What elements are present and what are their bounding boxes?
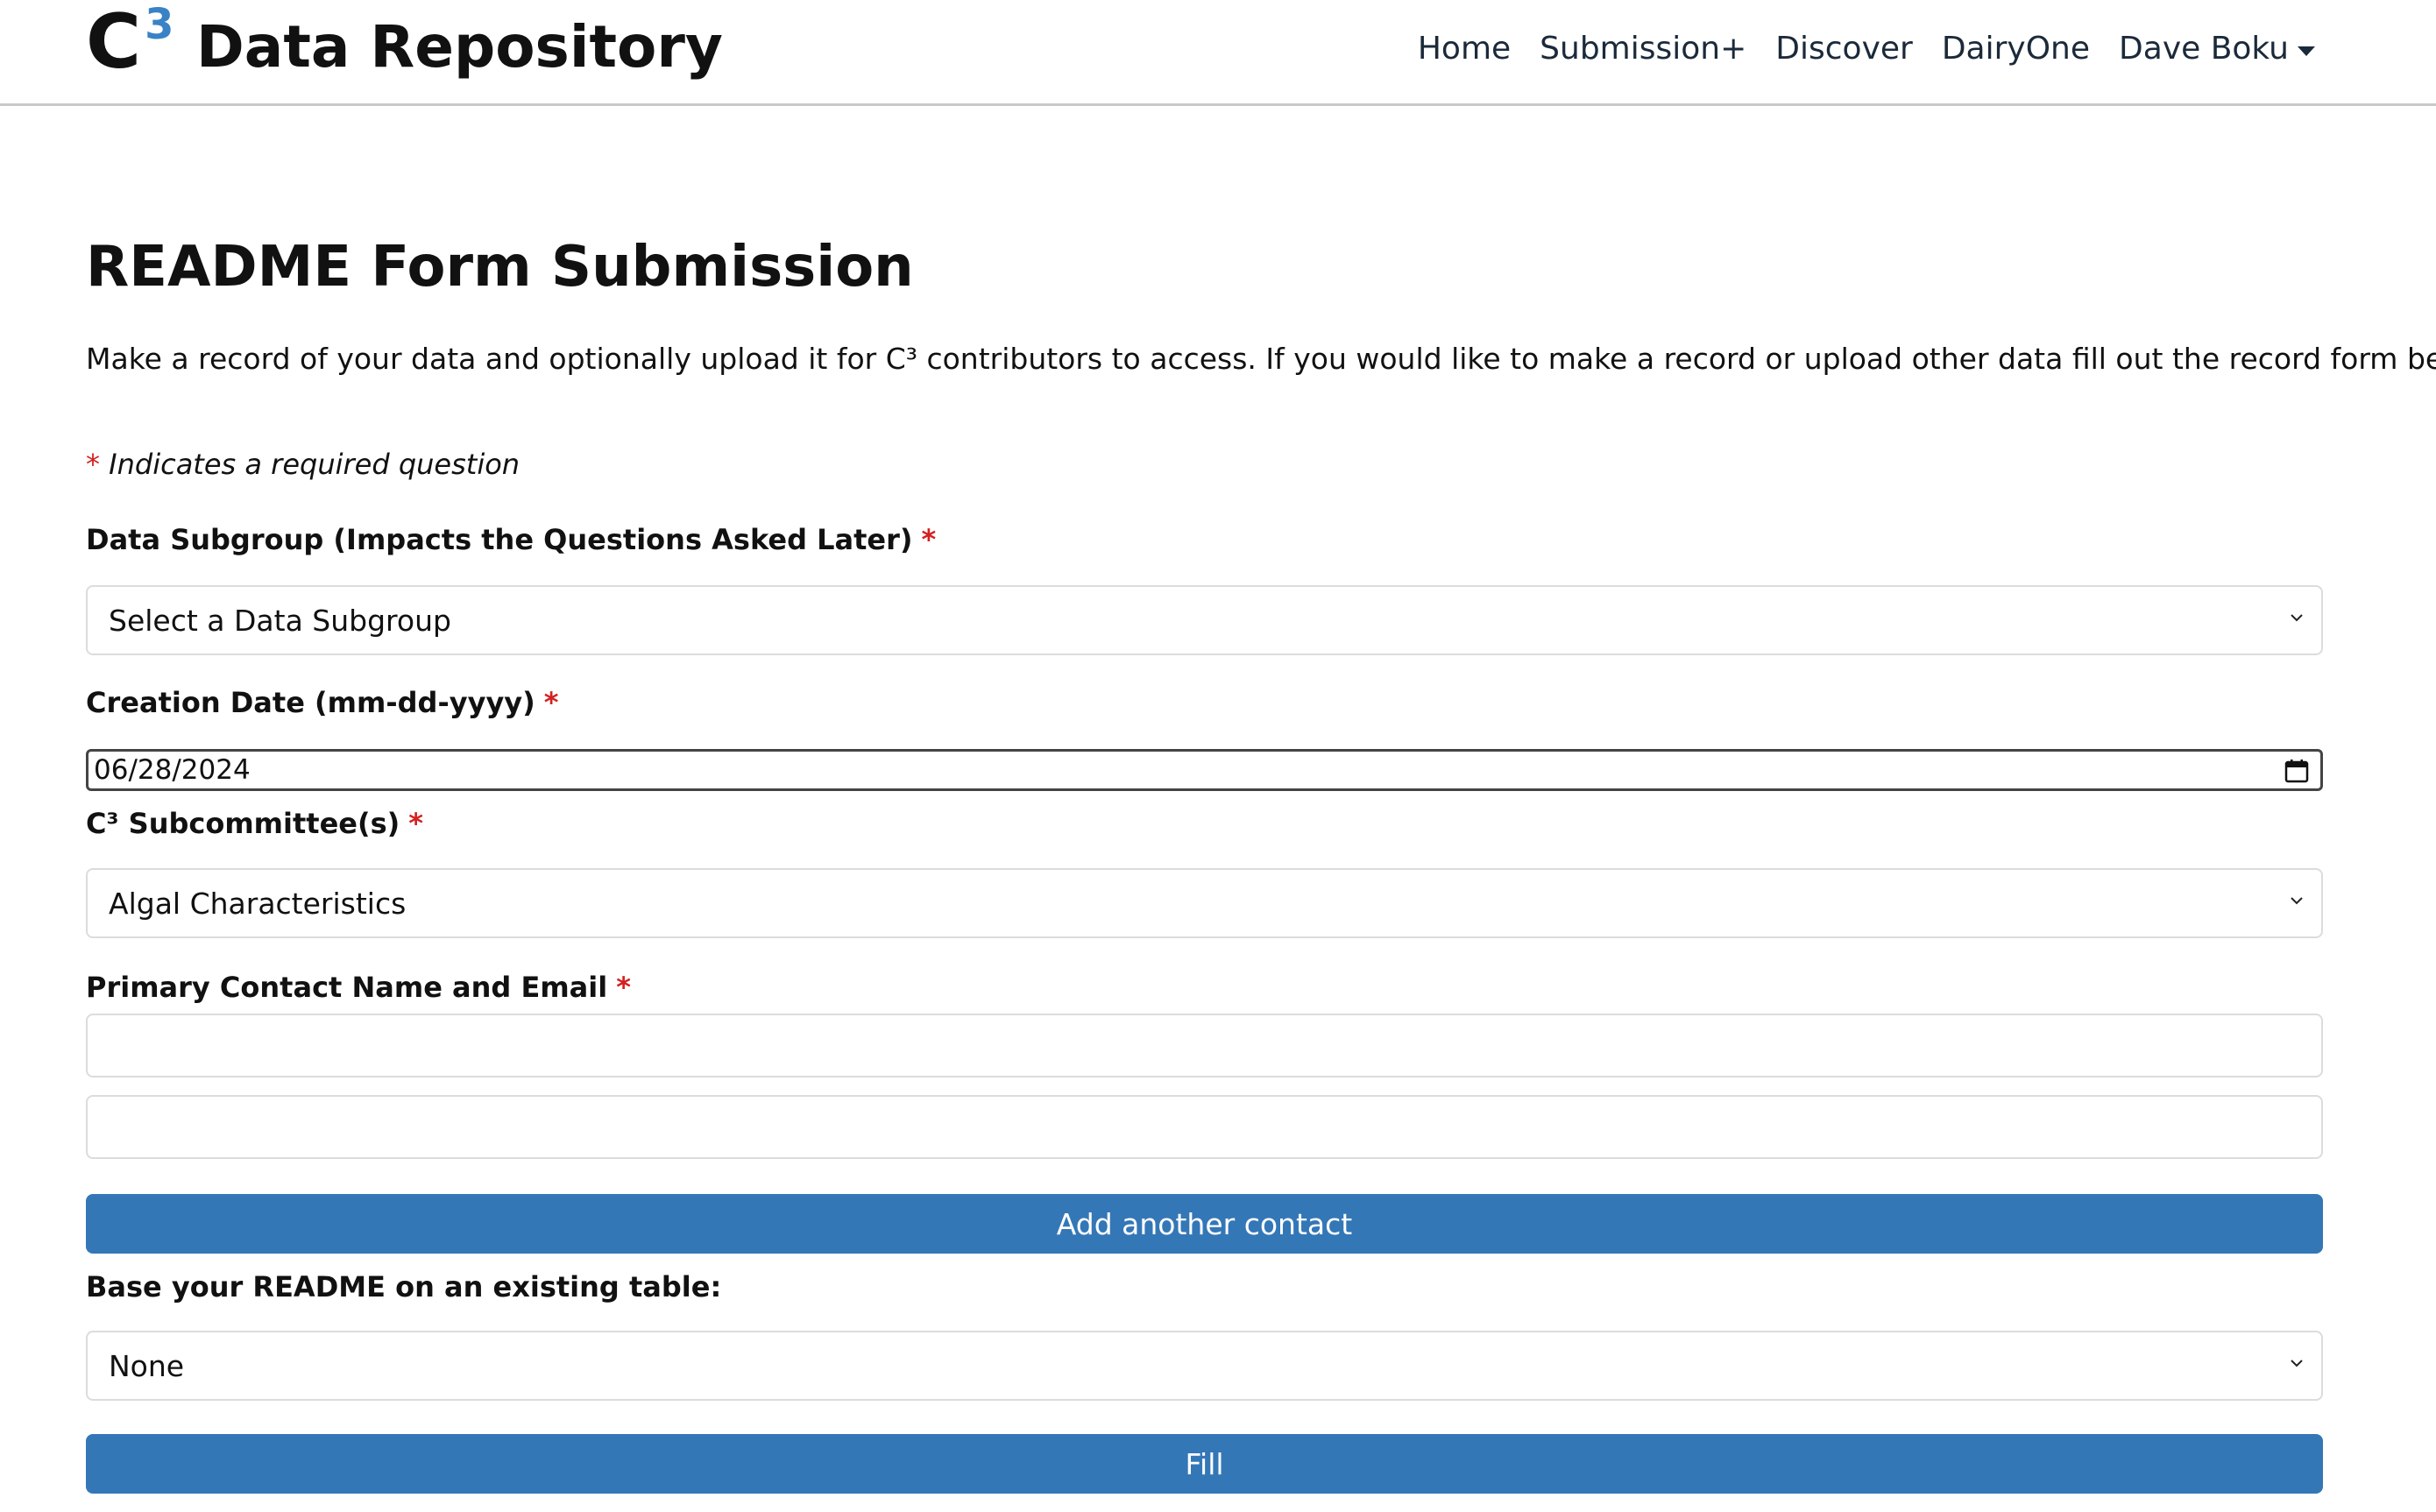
required-note: * Indicates a required question [86,442,520,487]
logo-letter: C [86,0,142,86]
contact-name-input[interactable] [86,1014,2323,1077]
intro-text: Make a record of your data and optionall… [86,342,2436,376]
site-header: C 3 Data Repository Home Submission+ Dis… [0,0,2436,106]
caret-down-icon [2298,46,2315,56]
base-table-selected-value: None [109,1348,185,1383]
user-menu[interactable]: Dave Boku [2119,25,2315,74]
user-name: Dave Boku [2119,31,2289,67]
site-title[interactable]: Data Repository [196,12,723,82]
required-star: * [921,523,937,556]
nav-submission[interactable]: Submission+ [1540,25,1746,74]
required-star: * [616,971,631,1004]
subcommittee-label-text: C³ Subcommittee(s) [86,807,400,840]
required-star: * [408,807,424,840]
calendar-icon[interactable] [2284,759,2310,783]
logo-superscript: 3 [145,0,174,49]
required-star: * [543,686,559,719]
subcommittee-selected-value: Algal Characteristics [109,886,407,921]
subcommittee-label: C³ Subcommittee(s) * [86,801,423,846]
nav-discover[interactable]: Discover [1775,25,1913,74]
base-table-select[interactable]: None [86,1331,2323,1401]
fill-button[interactable]: Fill [86,1434,2323,1494]
primary-contact-label-text: Primary Contact Name and Email [86,971,608,1004]
page-title: README Form Submission [86,235,914,300]
creation-date-label: Creation Date (mm-dd-yyyy) * [86,680,559,725]
creation-date-value: 06/28/2024 [94,754,251,786]
chevron-down-icon [2291,897,2303,905]
required-star: * [86,448,100,481]
nav-home[interactable]: Home [1418,25,1511,74]
add-contact-button[interactable]: Add another contact [86,1194,2323,1254]
subgroup-label-text: Data Subgroup (Impacts the Questions Ask… [86,523,913,556]
nav-dairyone[interactable]: DairyOne [1942,25,2090,74]
primary-contact-label: Primary Contact Name and Email * [86,964,631,1010]
creation-date-input[interactable]: 06/28/2024 [86,749,2323,791]
main-nav: Home Submission+ Discover DairyOne Dave … [1418,25,2315,74]
subcommittee-select[interactable]: Algal Characteristics [86,868,2323,938]
subgroup-selected-value: Select a Data Subgroup [109,603,451,638]
chevron-down-icon [2291,614,2303,622]
required-note-text: Indicates a required question [109,448,520,481]
chevron-down-icon [2291,1360,2303,1367]
subgroup-select[interactable]: Select a Data Subgroup [86,585,2323,655]
creation-date-label-text: Creation Date (mm-dd-yyyy) [86,686,535,719]
subgroup-label: Data Subgroup (Impacts the Questions Ask… [86,517,936,562]
site-logo[interactable]: C 3 [86,2,174,89]
contact-email-input[interactable] [86,1095,2323,1159]
base-table-label: Base your README on an existing table: [86,1270,722,1304]
